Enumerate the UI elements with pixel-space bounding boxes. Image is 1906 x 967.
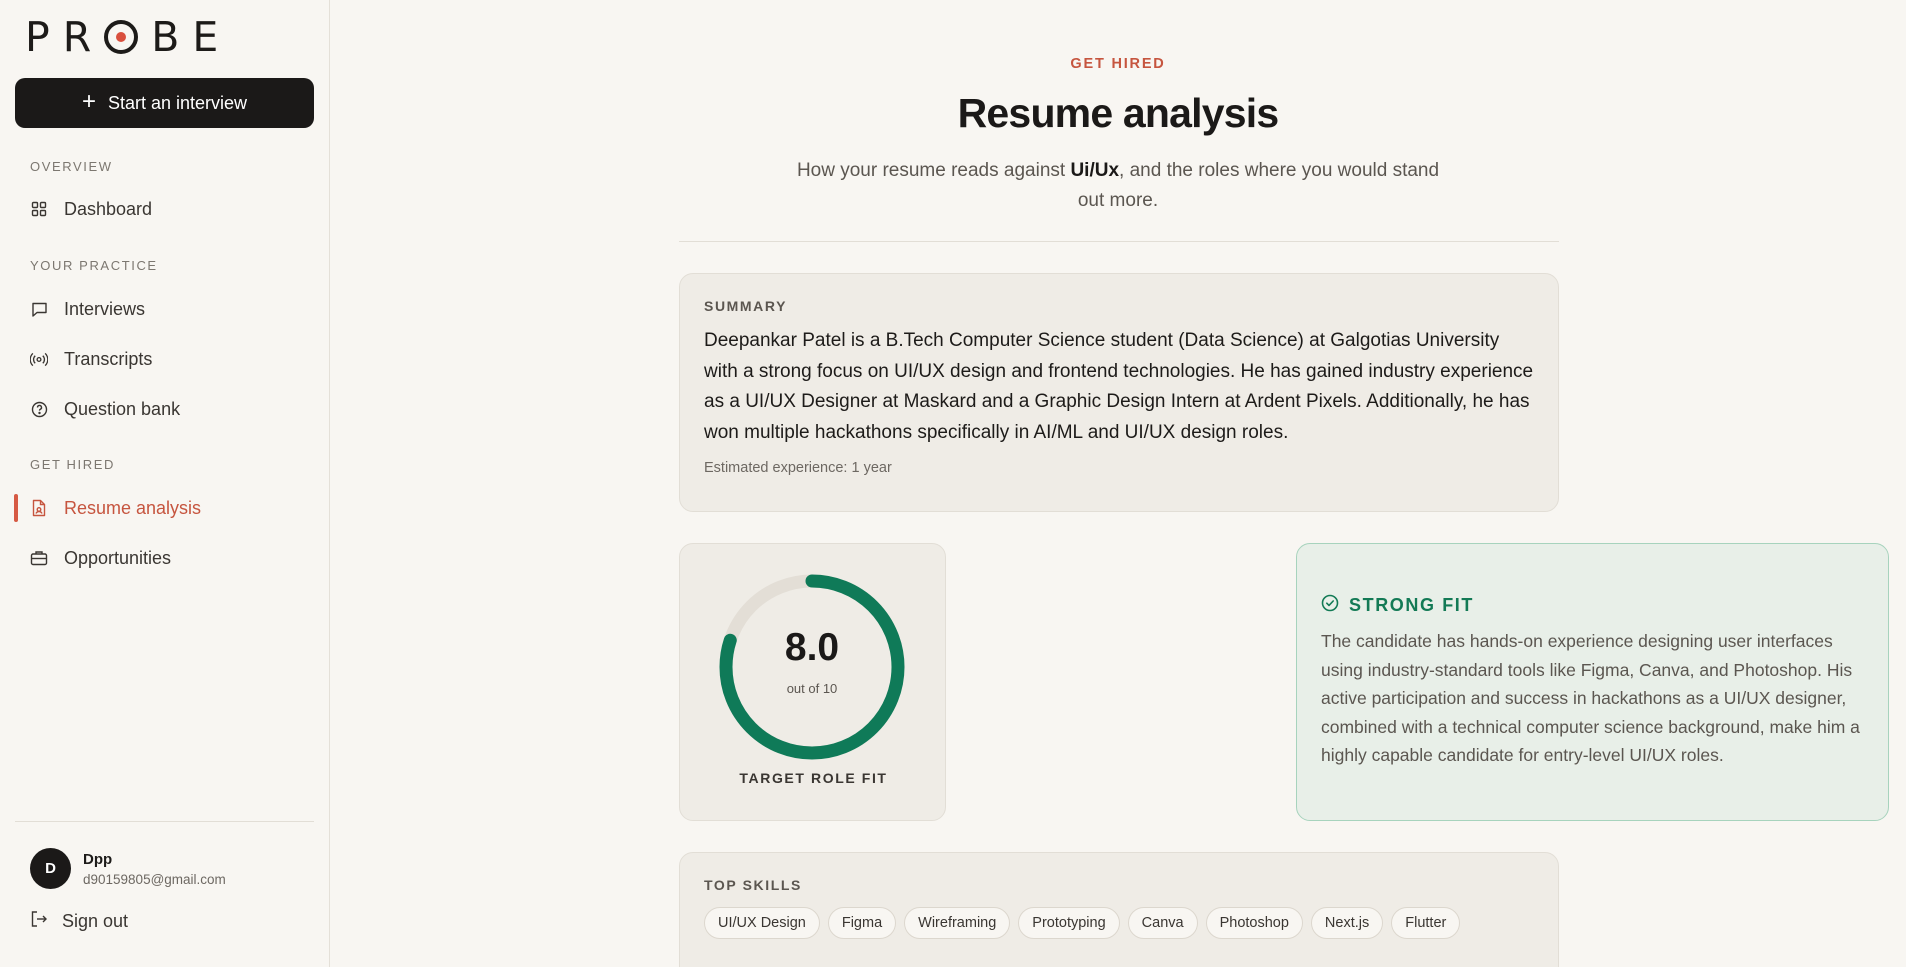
plus-icon: + [81, 88, 96, 115]
user-email: d90159805@gmail.com [83, 871, 226, 887]
app-root: PR BE + Start an interview OVERVIEW Dashb… [0, 0, 1906, 967]
skills-list: UI/UX Design Figma Wireframing Prototypi… [704, 907, 1534, 939]
sidebar-item-question-bank[interactable]: Question bank [30, 392, 310, 426]
sidebar-item-label: Opportunities [64, 547, 172, 568]
skill-chip: Next.js [1310, 907, 1384, 939]
skill-chip: Photoshop [1205, 907, 1303, 939]
document-icon [30, 499, 48, 517]
target-role: Ui/Ux [1070, 160, 1120, 181]
avatar: D [30, 848, 71, 889]
fit-title: STRONG FIT [1349, 595, 1474, 615]
page-subtitle: How your resume reads against Ui/Ux, and… [790, 156, 1446, 216]
sidebar-item-label: Interviews [64, 298, 146, 319]
chat-bubble-icon [30, 300, 48, 318]
sidebar: PR BE + Start an interview OVERVIEW Dashb… [0, 0, 330, 967]
sidebar-item-opportunities[interactable]: Opportunities [30, 541, 310, 575]
check-circle-icon [1321, 594, 1339, 617]
user-profile[interactable]: D Dpp d90159805@gmail.com [30, 848, 226, 889]
skills-card: TOP SKILLS UI/UX Design Figma Wireframin… [679, 852, 1559, 967]
question-circle-icon [30, 400, 48, 418]
fit-header: STRONG FIT [1321, 594, 1864, 617]
skill-chip: UI/UX Design [704, 907, 820, 939]
sidebar-item-dashboard[interactable]: Dashboard [30, 192, 310, 226]
score-max-label: out of 10 [786, 681, 838, 696]
page-eyebrow: GET HIRED [1070, 56, 1166, 72]
section-overview: OVERVIEW [30, 159, 113, 174]
skill-chip: Flutter [1391, 907, 1461, 939]
broadcast-icon [30, 350, 48, 368]
start-interview-button[interactable]: + Start an interview [15, 78, 314, 128]
sign-out-label: Sign out [62, 911, 129, 931]
logo-letters-pr: PR [25, 13, 105, 61]
subtitle-text-post: , and the roles where you would stand ou… [1077, 160, 1440, 211]
score-value: 8.0 [784, 626, 840, 669]
score-label: TARGET ROLE FIT [739, 770, 888, 786]
sidebar-item-resume-analysis[interactable]: Resume analysis [30, 491, 310, 525]
fit-text: The candidate has hands-on experience de… [1321, 631, 1860, 765]
estimated-experience: Estimated experience: 1 year [704, 460, 892, 476]
score-card: 8.0 out of 10 TARGET ROLE FIT [679, 543, 946, 821]
sidebar-item-label: Question bank [64, 398, 181, 419]
sign-out-icon [30, 910, 48, 933]
sidebar-item-label: Transcripts [64, 348, 153, 369]
logo-letters-be: BE [151, 13, 232, 61]
start-interview-label: Start an interview [107, 92, 248, 113]
skill-chip: Figma [827, 907, 897, 939]
section-your-practice: YOUR PRACTICE [30, 258, 158, 273]
skill-chip: Wireframing [904, 907, 1011, 939]
skill-chip: Prototyping [1018, 907, 1120, 939]
briefcase-icon [30, 549, 48, 567]
section-get-hired: GET HIRED [30, 457, 115, 472]
grid-icon [30, 200, 48, 218]
sidebar-item-label: Dashboard [64, 198, 153, 219]
subtitle-text-pre: How your resume reads against [796, 160, 1071, 181]
sidebar-divider [15, 821, 314, 822]
summary-card: SUMMARY Deepankar Patel is a B.Tech Comp… [679, 273, 1559, 512]
skill-chip: Canva [1127, 907, 1198, 939]
title-divider [679, 241, 1559, 242]
main-content: GET HIRED Resume analysis How your resum… [330, 0, 1906, 967]
page-title: Resume analysis [957, 90, 1280, 136]
sidebar-item-transcripts[interactable]: Transcripts [30, 342, 310, 376]
sidebar-item-label: Resume analysis [64, 497, 202, 518]
summary-text: Deepankar Patel is a B.Tech Computer Sci… [704, 330, 1534, 443]
fit-card: STRONG FIT The candidate has hands-on ex… [1296, 543, 1889, 821]
probe-logo[interactable]: PR BE [25, 13, 232, 61]
user-name: Dpp [83, 850, 113, 868]
user-info: Dpp d90159805@gmail.com [83, 851, 226, 887]
sign-out-button[interactable]: Sign out [30, 910, 128, 933]
sidebar-item-interviews[interactable]: Interviews [30, 292, 310, 326]
summary-label: SUMMARY [704, 298, 788, 314]
skills-label: TOP SKILLS [704, 877, 802, 893]
logo-target-icon [104, 20, 139, 54]
active-indicator [14, 494, 18, 522]
